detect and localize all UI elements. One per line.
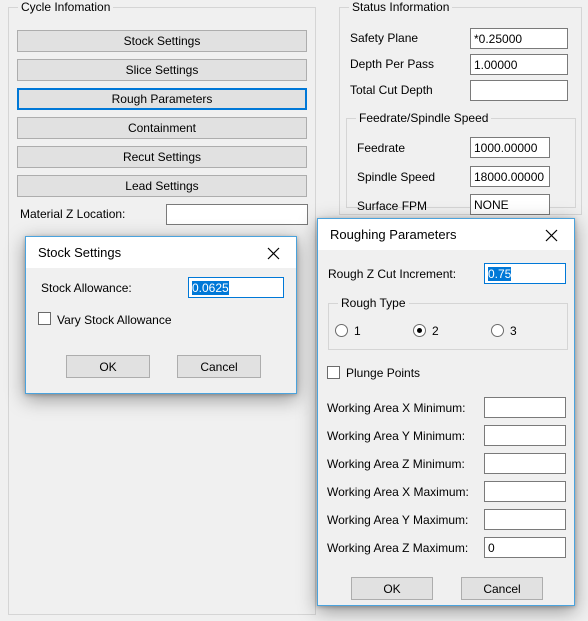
stock-settings-cancel-label: Cancel [200,359,238,374]
rough-z-cut-increment-label: Rough Z Cut Increment: [328,267,457,281]
roughing-parameters-dialog: Roughing Parameters Rough Z Cut Incremen… [317,218,575,606]
material-z-location-label: Material Z Location: [20,207,126,221]
stock-settings-ok-button[interactable]: OK [66,355,150,378]
containment-button-label: Containment [127,121,197,135]
depth-per-pass-input[interactable]: 1.00000 [470,54,568,75]
feedrate-input[interactable]: 1000.00000 [470,137,550,158]
stock-settings-button[interactable]: Stock Settings [17,30,307,52]
total-cut-depth-input[interactable] [470,80,568,101]
rough-parameters-button-label: Rough Parameters [111,92,213,106]
rough-type-radio-3[interactable] [491,324,504,337]
surface-fpm-label: Surface FPM [357,199,428,213]
status-information-title: Status Information [349,0,453,14]
surface-fpm-input[interactable]: NONE [470,194,550,215]
safety-plane-value: *0.25000 [474,31,523,46]
working-area-y-minimum-input[interactable] [484,425,566,446]
plunge-points-label: Plunge Points [346,366,421,380]
spindle-speed-input[interactable]: 18000.00000 [470,166,550,187]
cycle-information-title: Cycle Infomation [18,0,114,14]
stock-settings-dialog-title: Stock Settings [38,245,122,260]
feedrate-spindle-speed-title: Feedrate/Spindle Speed [356,111,492,125]
total-cut-depth-label: Total Cut Depth [350,83,433,97]
roughing-parameters-cancel-label: Cancel [483,581,521,596]
rough-type-title: Rough Type [338,296,409,310]
stock-settings-dialog: Stock Settings Stock Allowance: 0.0625 V… [25,236,297,394]
slice-settings-button-label: Slice Settings [125,63,199,77]
rough-type-group: Rough Type [328,296,568,350]
vary-stock-allowance-label: Vary Stock Allowance [57,313,172,327]
stock-settings-dialog-body: Stock Allowance: 0.0625 Vary Stock Allow… [26,268,296,393]
rough-type-radio-3-label: 3 [510,324,517,338]
stock-settings-ok-label: OK [99,359,117,374]
working-area-z-minimum-input[interactable] [484,453,566,474]
vary-stock-allowance-checkbox[interactable] [38,312,51,325]
stock-settings-cancel-button[interactable]: Cancel [177,355,261,378]
working-area-y-maximum-input[interactable] [484,509,566,530]
surface-fpm-value: NONE [474,197,509,212]
rough-type-radio-2-label: 2 [432,324,439,338]
stock-allowance-input[interactable]: 0.0625 [188,277,284,298]
working-area-x-maximum-input[interactable] [484,481,566,502]
working-area-z-minimum-label: Working Area Z Minimum: [327,457,465,471]
close-icon[interactable] [530,220,572,250]
recut-settings-button-label: Recut Settings [122,150,202,164]
containment-button[interactable]: Containment [17,117,307,139]
material-z-location-input[interactable] [166,204,308,225]
working-area-z-maximum-value: 0 [488,540,495,555]
stock-allowance-value: 0.0625 [192,280,229,295]
depth-per-pass-label: Depth Per Pass [350,57,435,71]
stock-allowance-label: Stock Allowance: [41,281,132,295]
safety-plane-label: Safety Plane [350,31,419,45]
working-area-x-minimum-label: Working Area X Minimum: [327,401,466,415]
roughing-parameters-dialog-body: Rough Z Cut Increment: 0.75 Rough Type 1… [318,250,574,605]
recut-settings-button[interactable]: Recut Settings [17,146,307,168]
feedrate-value: 1000.00000 [474,140,538,155]
safety-plane-input[interactable]: *0.25000 [470,28,568,49]
rough-z-cut-increment-input[interactable]: 0.75 [484,263,566,284]
rough-parameters-button[interactable]: Rough Parameters [17,88,307,110]
feedrate-label: Feedrate [357,141,406,155]
working-area-x-maximum-label: Working Area X Maximum: [327,485,469,499]
plunge-points-checkbox[interactable] [327,366,340,379]
close-icon[interactable] [252,238,294,268]
lead-settings-button[interactable]: Lead Settings [17,175,307,197]
roughing-parameters-dialog-title: Roughing Parameters [330,227,457,242]
working-area-x-minimum-input[interactable] [484,397,566,418]
roughing-parameters-ok-button[interactable]: OK [351,577,433,600]
rough-type-radio-2[interactable] [413,324,426,337]
spindle-speed-value: 18000.00000 [474,169,545,184]
stock-settings-button-label: Stock Settings [123,34,201,48]
rough-z-cut-increment-value: 0.75 [488,266,512,281]
roughing-parameters-ok-label: OK [383,581,401,596]
working-area-z-maximum-label: Working Area Z Maximum: [327,541,469,555]
working-area-y-maximum-label: Working Area Y Maximum: [327,513,469,527]
depth-per-pass-value: 1.00000 [474,57,518,72]
working-area-y-minimum-label: Working Area Y Minimum: [327,429,466,443]
application-window: Cycle Infomation Stock Settings Slice Se… [0,0,588,621]
rough-type-radio-1-label: 1 [354,324,361,338]
slice-settings-button[interactable]: Slice Settings [17,59,307,81]
rough-type-radio-1[interactable] [335,324,348,337]
roughing-parameters-cancel-button[interactable]: Cancel [461,577,543,600]
lead-settings-button-label: Lead Settings [125,179,199,193]
spindle-speed-label: Spindle Speed [357,170,436,184]
working-area-z-maximum-input[interactable]: 0 [484,537,566,558]
